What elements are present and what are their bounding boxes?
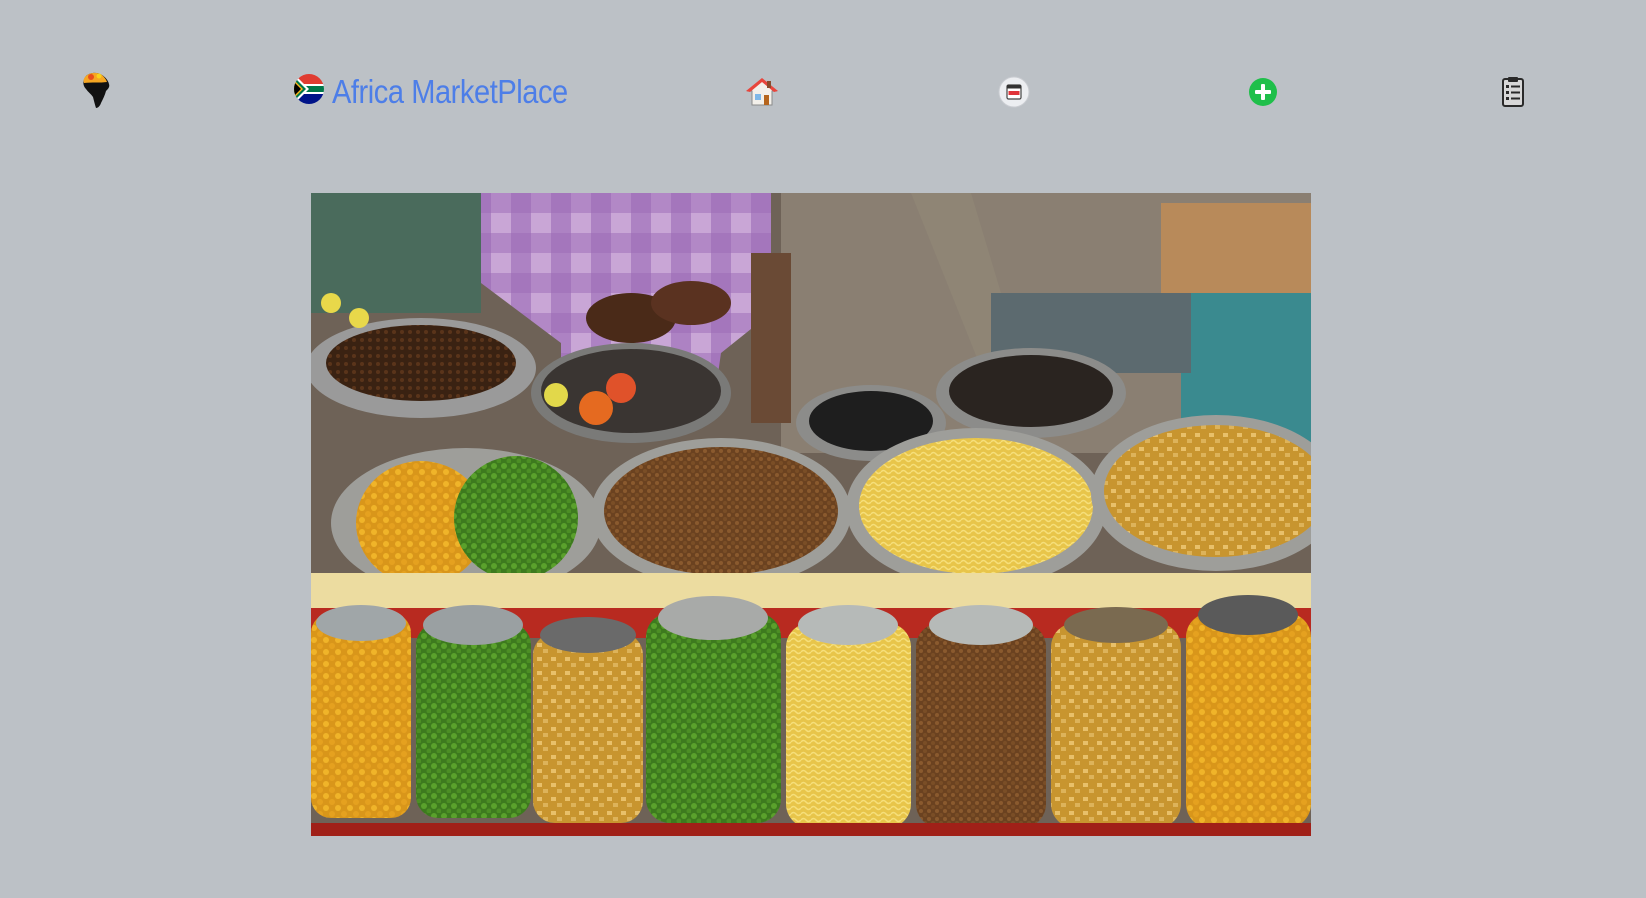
- brand-link[interactable]: Africa MarketPlace: [294, 62, 600, 122]
- home-icon: [745, 75, 779, 109]
- market-stall-illustration: [311, 193, 1311, 836]
- nav-list-button[interactable]: [1496, 62, 1530, 122]
- nav-sell-button[interactable]: [997, 62, 1031, 122]
- nav-add-button[interactable]: [1246, 62, 1280, 122]
- top-navbar: Africa MarketPlace: [0, 62, 1646, 122]
- brand-title: Africa MarketPlace: [332, 73, 568, 110]
- nav-home-button[interactable]: [745, 62, 779, 122]
- logo-link[interactable]: [78, 62, 114, 122]
- list-document-icon: [1496, 75, 1530, 109]
- sell-card-icon: [997, 75, 1031, 109]
- hero-market-image: [311, 193, 1311, 836]
- add-circle-icon: [1246, 75, 1280, 109]
- africa-continent-logo-icon: [78, 70, 114, 115]
- south-africa-flag-icon: [294, 74, 324, 104]
